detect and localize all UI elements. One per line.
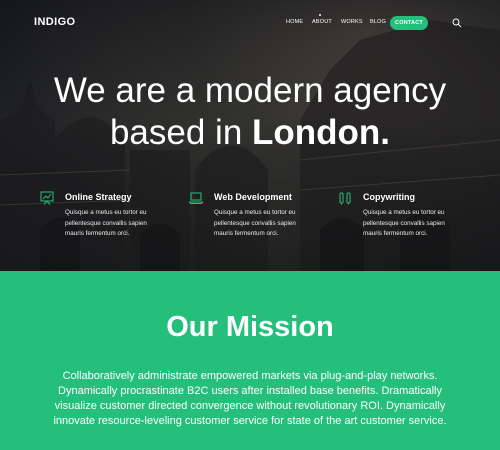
feature-text: Quisque a metus eu tortor eu pellentesqu… bbox=[65, 209, 147, 237]
mission-title: Our Mission bbox=[166, 311, 334, 343]
search-icon[interactable] bbox=[452, 18, 462, 28]
headline-line-1: We are a modern agency bbox=[53, 71, 447, 110]
feature-title: Online Strategy bbox=[65, 192, 132, 202]
headline-line-2: based in London. bbox=[0, 112, 500, 154]
hero-headline: We are a modern agency based in London. bbox=[0, 70, 500, 154]
feature-title: Copywriting bbox=[363, 192, 415, 202]
contact-button[interactable]: CONTACT bbox=[390, 16, 428, 30]
nav-link-blog[interactable]: BLOG bbox=[370, 19, 386, 25]
mission-text: Collaboratively administrate empowered m… bbox=[53, 370, 447, 427]
top-navigation: INDIGO HOME ABOUT WORKS BLOG CONTACT bbox=[0, 0, 500, 44]
headline-city: London. bbox=[252, 113, 391, 152]
chart-icon bbox=[40, 191, 54, 205]
hero-section: INDIGO HOME ABOUT WORKS BLOG CONTACT We … bbox=[0, 0, 500, 271]
nav-link-home[interactable]: HOME bbox=[286, 19, 303, 25]
feature-text: Quisque a metus eu tortor eu pellentesqu… bbox=[363, 209, 445, 237]
pens-icon bbox=[339, 192, 351, 205]
headline-line-2-prefix: based in bbox=[109, 113, 253, 152]
active-indicator-dot bbox=[319, 14, 321, 16]
nav-link-about[interactable]: ABOUT bbox=[312, 19, 332, 25]
brand-logo[interactable]: INDIGO bbox=[34, 16, 76, 28]
feature-text: Quisque a metus eu tortor eu pellentesqu… bbox=[214, 209, 296, 237]
feature-title: Web Development bbox=[214, 192, 292, 202]
mission-section: Our Mission Collaboratively administrate… bbox=[0, 271, 500, 450]
nav-link-works[interactable]: WORKS bbox=[341, 19, 363, 25]
laptop-icon bbox=[189, 192, 203, 204]
